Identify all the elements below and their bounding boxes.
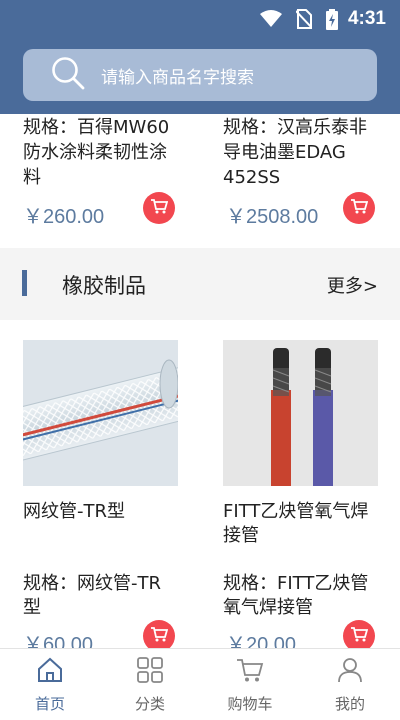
product-price: ￥20.00 — [226, 634, 297, 648]
product-name: 网纹管-TR型 — [23, 501, 125, 522]
product-image — [223, 340, 378, 486]
product-spec: 规格：百得MW60 防水涂料柔韧性涂料 — [23, 117, 170, 188]
battery-charging-icon — [325, 8, 338, 30]
add-to-cart-button[interactable] — [343, 192, 375, 224]
product-image — [23, 340, 178, 486]
cart-icon — [350, 198, 369, 218]
section-header: 橡胶制品 更多> — [0, 262, 400, 318]
no-sim-icon — [295, 9, 312, 29]
nav-cart-label: 购物车 — [227, 695, 273, 713]
status-time: 4:31 — [347, 8, 386, 29]
nav-category-label: 分类 — [134, 695, 165, 713]
top-product-row: 规格：百得MW60 防水涂料柔韧性涂料 ￥260.00 规格：汉高乐泰非导电油墨… — [0, 114, 400, 248]
add-to-cart-button[interactable] — [143, 620, 175, 648]
search-input[interactable]: 请输入商品名字搜索 — [23, 49, 377, 101]
nav-category[interactable]: 分类 — [100, 649, 200, 720]
section-title: 橡胶制品 — [62, 274, 146, 298]
app-header: 4:31 请输入商品名字搜索 — [0, 0, 400, 114]
status-bar: 4:31 — [0, 0, 400, 38]
product-grid: 网纹管-TR型 规格：网纹管-TR型 ￥60.00 FITT乙炔管氧气焊接管 规… — [0, 320, 400, 648]
nav-profile-label: 我的 — [334, 695, 365, 713]
home-content[interactable]: 规格：百得MW60 防水涂料柔韧性涂料 ￥260.00 规格：汉高乐泰非导电油墨… — [0, 114, 400, 648]
nav-home[interactable]: 首页 — [0, 649, 100, 720]
wifi-icon — [259, 10, 282, 28]
nav-home-label: 首页 — [34, 695, 65, 713]
product-spec: 规格：汉高乐泰非导电油墨EDAG 452SS — [223, 117, 367, 188]
product-card[interactable]: FITT乙炔管氧气焊接管 规格：FITT乙炔管氧气焊接管 — [223, 340, 378, 620]
product-price: ￥60.00 — [23, 634, 94, 648]
more-link[interactable]: 更多> — [327, 272, 378, 298]
nav-cart[interactable]: 购物车 — [200, 649, 300, 720]
search-icon — [51, 56, 85, 94]
bottom-nav: 首页 分类 购物车 我的 — [0, 648, 400, 720]
cart-icon — [236, 657, 264, 687]
user-icon — [337, 657, 363, 687]
product-card[interactable]: 规格：汉高乐泰非导电油墨EDAG 452SS — [223, 114, 383, 190]
nav-profile[interactable]: 我的 — [300, 649, 400, 720]
section-accent-bar — [22, 270, 27, 296]
product-card[interactable]: 网纹管-TR型 规格：网纹管-TR型 — [23, 340, 178, 620]
product-card[interactable]: 规格：百得MW60 防水涂料柔韧性涂料 — [23, 114, 183, 190]
cart-icon — [150, 198, 169, 218]
add-to-cart-button[interactable] — [143, 192, 175, 224]
home-icon — [36, 657, 64, 687]
product-price: ￥2508.00 — [226, 206, 319, 228]
product-name: FITT乙炔管氧气焊接管 — [223, 501, 369, 546]
cart-icon — [150, 626, 169, 646]
grid-icon — [137, 657, 163, 687]
product-price: ￥260.00 — [23, 206, 105, 228]
search-placeholder: 请输入商品名字搜索 — [101, 67, 254, 88]
product-spec: 规格：网纹管-TR型 — [23, 573, 161, 618]
product-spec: 规格：FITT乙炔管氧气焊接管 — [223, 573, 369, 618]
cart-icon — [350, 626, 369, 646]
add-to-cart-button[interactable] — [343, 620, 375, 648]
